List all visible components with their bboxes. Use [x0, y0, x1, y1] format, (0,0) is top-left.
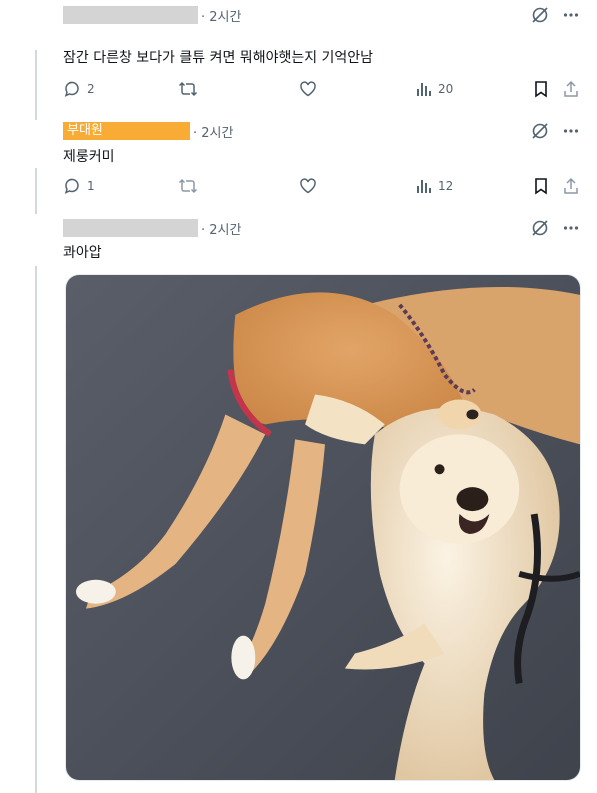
bookmark-icon [535, 81, 547, 98]
grok-icon[interactable] [531, 219, 549, 237]
tweet-actions: 1 12 [63, 176, 579, 196]
reply-icon [64, 178, 79, 194]
retweet-button[interactable] [178, 176, 204, 196]
bookmark-button[interactable] [533, 176, 549, 196]
like-button[interactable] [299, 79, 323, 99]
tweet-header-actions [531, 122, 579, 140]
tweet-header: 부대원 · 2시간 [63, 122, 233, 141]
tweet[interactable]: 부대원 · 2시간 제룽커미 1 12 [0, 122, 597, 202]
tweet-header: · 2시간 [63, 219, 241, 238]
reply-count: 1 [87, 179, 95, 193]
tweet-text: 제룽커미 [63, 149, 115, 165]
author-name-redacted[interactable] [63, 219, 198, 237]
tweet-header-actions [531, 219, 579, 237]
timestamp[interactable]: · 2시간 [201, 6, 241, 25]
like-icon [300, 81, 316, 97]
more-icon[interactable] [563, 122, 579, 140]
reply-count: 2 [87, 82, 95, 96]
tweet-text: 콰아압 [63, 245, 102, 261]
more-icon[interactable] [563, 6, 579, 24]
author-name[interactable]: 부대원 [63, 122, 190, 140]
views-icon [417, 180, 431, 193]
tweet-header-actions [531, 6, 579, 24]
tweet-media-photo[interactable] [65, 274, 581, 781]
retweet-icon [178, 178, 198, 194]
views-icon [417, 83, 431, 96]
share-icon [564, 177, 578, 194]
author-name-redacted[interactable] [63, 6, 198, 24]
reply-button[interactable]: 1 [63, 176, 95, 196]
views-button[interactable]: 20 [416, 79, 453, 99]
bookmark-icon [535, 178, 547, 195]
more-icon[interactable] [563, 219, 579, 237]
views-count: 12 [438, 179, 454, 193]
share-button[interactable] [563, 176, 579, 196]
dogs-photo [66, 275, 580, 780]
retweet-icon [178, 81, 198, 97]
timestamp[interactable]: · 2시간 [201, 219, 241, 238]
grok-icon[interactable] [531, 6, 549, 24]
tweet-header: · 2시간 [63, 6, 241, 25]
views-button[interactable]: 12 [416, 176, 453, 196]
reply-icon [64, 81, 79, 97]
like-button[interactable] [299, 176, 323, 196]
share-button[interactable] [563, 79, 579, 99]
retweet-button[interactable] [178, 79, 204, 99]
views-count: 20 [438, 82, 454, 96]
reply-button[interactable]: 2 [63, 79, 95, 99]
tweet-text: 잠간 다른창 보다가 클튜 켜면 뭐해야햇는지 기억안남 [63, 50, 374, 66]
bookmark-button[interactable] [533, 79, 549, 99]
timestamp[interactable]: · 2시간 [193, 122, 233, 141]
share-icon [564, 80, 578, 97]
tweet[interactable]: · 2시간 잠간 다른창 보다가 클튜 켜면 뭐해야햇는지 기억안남 2 20 [0, 6, 597, 106]
grok-icon[interactable] [531, 122, 549, 140]
tweet-actions: 2 20 [63, 79, 579, 99]
like-icon [300, 178, 316, 194]
